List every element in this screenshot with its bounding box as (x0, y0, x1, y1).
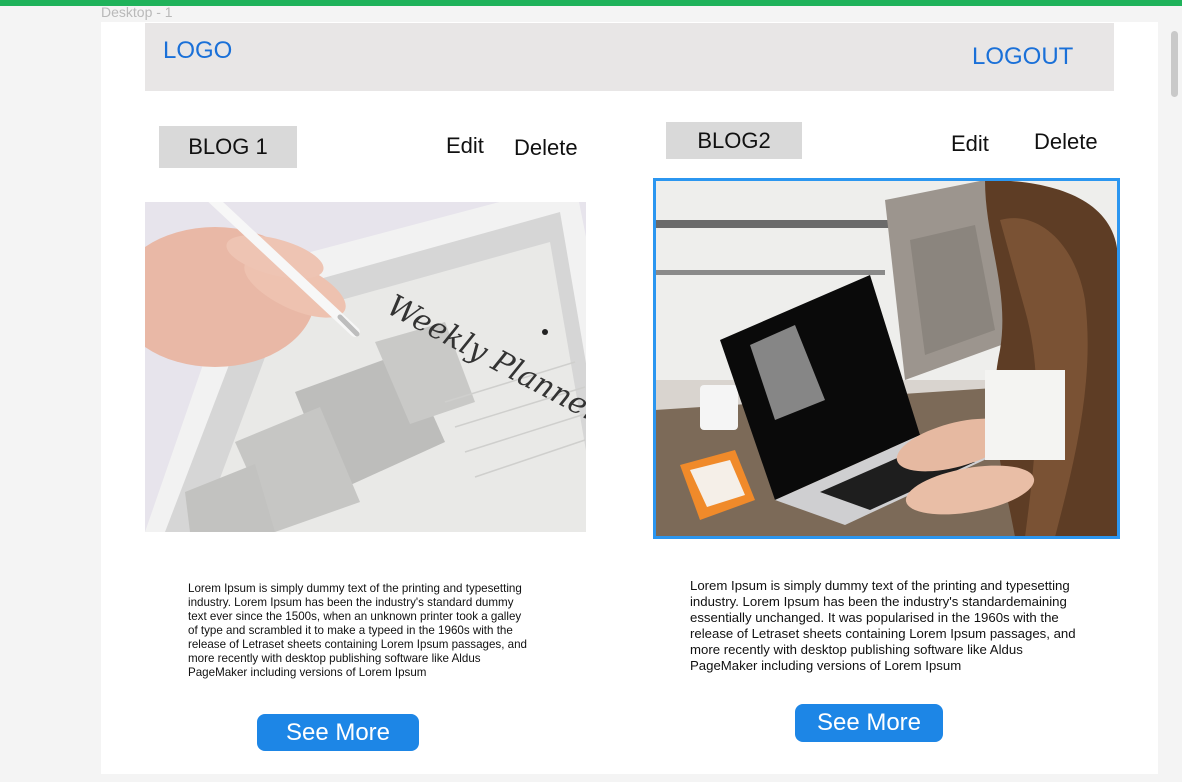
blog-1-edit-button[interactable]: Edit (446, 133, 484, 159)
logo[interactable]: LOGO (163, 37, 232, 65)
top-accent-bar (0, 0, 1182, 6)
blog-1-description: Lorem Ipsum is simply dummy text of the … (188, 582, 527, 679)
blog-1-delete-button[interactable]: Delete (514, 135, 578, 161)
blog-2-see-more-button[interactable]: See More (795, 704, 943, 742)
blog-1-title: BLOG 1 (159, 126, 297, 168)
scrollbar[interactable] (1171, 31, 1178, 97)
logout-button[interactable]: LOGOUT (972, 43, 1073, 71)
laptop-desk-illustration (655, 180, 1118, 537)
tablet-planner-illustration: Weekly Planner (145, 202, 586, 532)
blog-2-delete-button[interactable]: Delete (1034, 129, 1098, 155)
blog-2-image[interactable] (653, 178, 1120, 539)
blog-2-title: BLOG2 (666, 122, 802, 159)
blog-1-see-more-button[interactable]: See More (257, 714, 419, 751)
blog-1-image: Weekly Planner (145, 202, 586, 532)
blog-2-edit-button[interactable]: Edit (951, 131, 989, 157)
header-bar (145, 23, 1114, 91)
blog-2-description: Lorem Ipsum is simply dummy text of the … (690, 578, 1076, 673)
frame-label: Desktop - 1 (101, 4, 173, 20)
